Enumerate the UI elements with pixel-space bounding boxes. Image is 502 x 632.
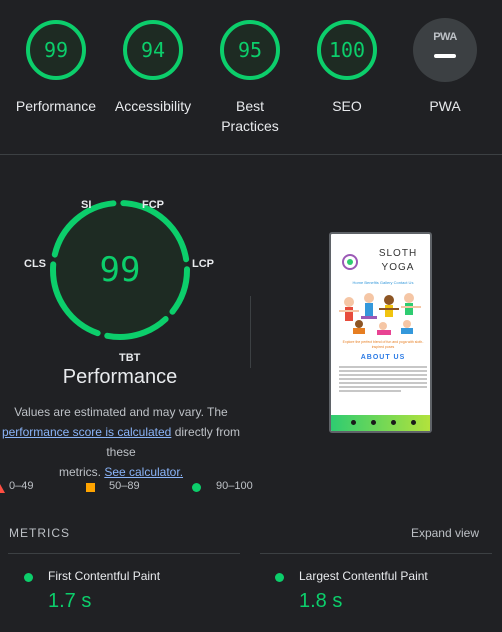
instagram-icon bbox=[371, 420, 376, 425]
pwa-badge-text: PWA bbox=[433, 31, 457, 43]
estimate-note: Values are estimated and may vary. The p… bbox=[0, 402, 252, 482]
average-square-icon bbox=[86, 483, 95, 492]
metric-tag-lcp: LCP bbox=[192, 258, 214, 270]
see-calculator-link[interactable]: See calculator. bbox=[104, 465, 183, 479]
category-pwa[interactable]: PWA PWA bbox=[397, 18, 493, 116]
metric-value: 1.8 s bbox=[299, 590, 343, 612]
yoga-illustration-icon bbox=[339, 293, 421, 335]
pwa-dash-icon bbox=[434, 54, 456, 58]
category-performance[interactable]: 99 Performance bbox=[8, 18, 104, 116]
metric-tag-tbt: TBT bbox=[119, 352, 141, 364]
best-practices-gauge: 95 bbox=[218, 18, 282, 82]
metric-value: 1.7 s bbox=[48, 590, 92, 612]
metric-name: Largest Contentful Paint bbox=[299, 569, 428, 583]
pass-circle-icon bbox=[24, 573, 33, 582]
accessibility-label: Accessibility bbox=[114, 98, 192, 114]
pass-circle-icon bbox=[192, 483, 201, 492]
fail-triangle-icon bbox=[0, 484, 5, 493]
thumbnail-about-heading: ABOUT US bbox=[360, 354, 406, 361]
score-legend: 0–49 50–89 90–100 bbox=[0, 480, 502, 496]
legend-fail: 0–49 bbox=[9, 480, 34, 492]
metric-tag-cls: CLS bbox=[24, 258, 46, 270]
performance-score: 99 bbox=[43, 38, 69, 62]
accessibility-gauge: 94 bbox=[121, 18, 185, 82]
seo-score: 100 bbox=[328, 38, 366, 62]
category-seo[interactable]: 100 SEO bbox=[299, 18, 395, 116]
pass-circle-icon bbox=[275, 573, 284, 582]
performance-main-gauge: 99 bbox=[46, 196, 194, 344]
thumbnail-footer bbox=[331, 415, 430, 431]
metric-tag-fcp: FCP bbox=[142, 199, 164, 211]
best-practices-score: 95 bbox=[237, 38, 263, 62]
pwa-badge-icon: PWA bbox=[413, 18, 477, 82]
metric-tag-si: SI bbox=[81, 199, 92, 211]
metrics-divider-right bbox=[260, 553, 492, 554]
expand-view-toggle[interactable]: Expand view bbox=[411, 526, 479, 540]
thumbnail-nav: Home Benefits Gallery Contact Us bbox=[352, 280, 414, 285]
estimate-text-3: metrics. bbox=[58, 465, 101, 479]
thumbnail-title-line-2: YOGA bbox=[381, 262, 415, 273]
thumbnail-site-title: SLOTH YOGA bbox=[369, 247, 427, 275]
legend-average: 50–89 bbox=[109, 480, 140, 492]
final-screenshot-thumbnail[interactable]: SLOTH YOGA Home Benefits Gallery Contact… bbox=[329, 232, 432, 433]
youtube-icon bbox=[411, 420, 416, 425]
metrics-divider-left bbox=[8, 553, 240, 554]
seo-label: SEO bbox=[332, 98, 362, 114]
sloth-yoga-logo-icon bbox=[342, 254, 358, 270]
estimate-line-1: Values are estimated and may vary. The bbox=[14, 405, 228, 419]
estimate-line-2: performance score is calculated directly… bbox=[0, 422, 252, 462]
twitter-icon bbox=[391, 420, 396, 425]
category-scores: 99 Performance 94 Accessibility 95 Best … bbox=[0, 0, 502, 155]
thumbnail-title-line-1: SLOTH bbox=[378, 248, 418, 259]
thumbnail-caption: Explore the perfect blend of fun and yog… bbox=[342, 340, 424, 349]
seo-gauge: 100 bbox=[315, 18, 379, 82]
metric-name: First Contentful Paint bbox=[48, 569, 161, 583]
performance-label: Performance bbox=[15, 98, 97, 114]
performance-main-score: 99 bbox=[99, 250, 141, 290]
metrics-header: METRICS Expand view bbox=[0, 522, 502, 552]
performance-title: Performance bbox=[62, 366, 178, 388]
category-best-practices[interactable]: 95 Best Practices bbox=[202, 18, 298, 136]
performance-gauge: 99 bbox=[24, 18, 88, 82]
metrics-title: METRICS bbox=[9, 526, 70, 540]
best-practices-label: Best Practices bbox=[221, 98, 279, 134]
category-accessibility[interactable]: 94 Accessibility bbox=[105, 18, 201, 116]
vertical-divider bbox=[250, 296, 251, 368]
accessibility-score: 94 bbox=[140, 38, 166, 62]
score-calculation-link[interactable]: performance score is calculated bbox=[2, 425, 171, 439]
legend-pass: 90–100 bbox=[216, 480, 253, 492]
thumbnail-paragraph bbox=[339, 366, 427, 394]
estimate-line-3: metrics. See calculator. bbox=[0, 462, 252, 482]
pwa-label: PWA bbox=[429, 98, 461, 114]
facebook-icon bbox=[351, 420, 356, 425]
